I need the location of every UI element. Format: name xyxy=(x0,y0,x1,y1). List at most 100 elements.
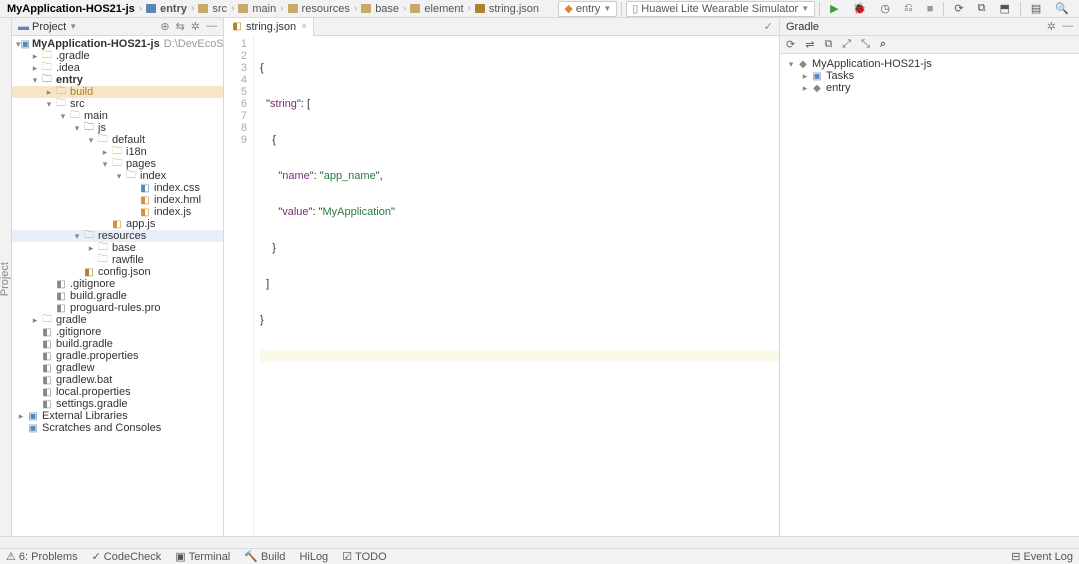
json-file-icon xyxy=(475,4,487,14)
minimize-icon[interactable]: — xyxy=(1062,20,1073,33)
expand-icon[interactable]: ⇆ xyxy=(176,20,185,33)
tree-gradle[interactable]: ▸🗀gradle xyxy=(12,314,223,326)
tree-build-gradle2[interactable]: ◧build.gradle xyxy=(12,338,223,350)
project-structure-button[interactable]: ▤ xyxy=(1025,1,1047,17)
tree-build-gradle1[interactable]: ◧build.gradle xyxy=(12,290,223,302)
editor-code[interactable]: { "string": [ { "name": "app_name", "val… xyxy=(254,36,779,536)
minimize-icon[interactable]: — xyxy=(206,20,217,33)
footer-hilog[interactable]: HiLog xyxy=(299,551,328,563)
avd-button[interactable]: ⧉ xyxy=(972,1,992,17)
footer-terminal[interactable]: ▣Terminal xyxy=(175,550,230,563)
profiler-button[interactable]: ◷ xyxy=(874,1,896,17)
tree-external-libs[interactable]: ▸▣External Libraries xyxy=(12,410,223,422)
sync-icon[interactable]: ⇌ xyxy=(805,38,814,51)
tree-config-json[interactable]: ◧config.json xyxy=(12,266,223,278)
folder-icon xyxy=(198,4,210,14)
sync-button[interactable]: ⟳ xyxy=(948,1,969,17)
folder-icon: 🗀 xyxy=(124,170,138,182)
gradle-toolbar: ⟳ ⇌ ⧉ ⤢ ⤡ ⌕ xyxy=(780,36,1079,54)
tree-resources[interactable]: ▾🗀resources xyxy=(12,230,223,242)
breadcrumb-main[interactable]: main xyxy=(235,3,279,15)
breadcrumb-file[interactable]: string.json xyxy=(472,3,542,15)
tree-js[interactable]: ▾🗀js xyxy=(12,122,223,134)
folder-icon: 🗀 xyxy=(68,110,82,122)
tree-index-hml[interactable]: ◧index.hml xyxy=(12,194,223,206)
project-tree[interactable]: ▾▣MyApplication-HOS21-jsD:\DevEcoStudio\… xyxy=(12,36,223,536)
folder-icon: 🗀 xyxy=(96,254,110,266)
tree-gradle-props[interactable]: ◧gradle.properties xyxy=(12,350,223,362)
tree-rawfile[interactable]: 🗀rawfile xyxy=(12,254,223,266)
tree-src[interactable]: ▾🗀src xyxy=(12,98,223,110)
expand-icon[interactable]: ⤢ xyxy=(842,38,851,51)
tree-main[interactable]: ▾🗀main xyxy=(12,110,223,122)
gradle-root[interactable]: ▾◆MyApplication-HOS21-js xyxy=(780,58,1079,70)
editor-status-check[interactable]: ✓ xyxy=(764,20,779,33)
tree-gradlew[interactable]: ◧gradlew xyxy=(12,362,223,374)
tree-index-dir[interactable]: ▾🗀index xyxy=(12,170,223,182)
breadcrumb-entry[interactable]: entry xyxy=(143,3,190,15)
locate-icon[interactable]: ⊕ xyxy=(160,20,169,33)
gradle-entry[interactable]: ▸◆entry xyxy=(780,82,1079,94)
tree-gradlew-bat[interactable]: ◧gradlew.bat xyxy=(12,374,223,386)
tree-index-js[interactable]: ◧index.js xyxy=(12,206,223,218)
play-icon: ▶ xyxy=(830,2,838,15)
sync-icon: ⟳ xyxy=(954,2,963,15)
device-selector[interactable]: ▯ Huawei Lite Wearable Simulator▼ xyxy=(626,1,815,17)
gradle-tree[interactable]: ▾◆MyApplication-HOS21-js ▸▣Tasks ▸◆entry xyxy=(780,54,1079,536)
footer-eventlog[interactable]: ⊟Event Log xyxy=(1011,550,1073,563)
gradle-tasks[interactable]: ▸▣Tasks xyxy=(780,70,1079,82)
folder-icon: 🗀 xyxy=(40,314,54,326)
tree-pages[interactable]: ▾🗀pages xyxy=(12,158,223,170)
debug-button[interactable]: 🐞 xyxy=(847,1,873,17)
breadcrumb-base[interactable]: base xyxy=(358,3,402,15)
project-view-selector[interactable]: ▬ Project▼ xyxy=(18,21,77,33)
main-body: Project Structure ▬ Project▼ ⊕ ⇆ ✲ — ▾▣M… xyxy=(0,18,1079,536)
tree-gitignore2[interactable]: ◧.gitignore xyxy=(12,326,223,338)
footer-todo[interactable]: ☑TODO xyxy=(342,550,386,563)
refresh-icon[interactable]: ⟳ xyxy=(786,38,795,51)
file-icon: ◧ xyxy=(40,374,54,386)
tree-index-css[interactable]: ◧index.css xyxy=(12,182,223,194)
tree-scratches[interactable]: ▣Scratches and Consoles xyxy=(12,422,223,434)
stop-button[interactable]: ■ xyxy=(921,1,940,17)
editor-body[interactable]: 123456789 { "string": [ { "name": "app_n… xyxy=(224,36,779,536)
tree-gitignore1[interactable]: ◧.gitignore xyxy=(12,278,223,290)
breadcrumb-src[interactable]: src xyxy=(195,3,230,15)
footer-problems[interactable]: ⚠6: Problems xyxy=(6,550,78,563)
breadcrumb-element[interactable]: element xyxy=(407,3,466,15)
tree-local-props[interactable]: ◧local.properties xyxy=(12,386,223,398)
project-pane-actions: ⊕ ⇆ ✲ — xyxy=(160,20,217,33)
tree-settings-gradle[interactable]: ◧settings.gradle xyxy=(12,398,223,410)
settings-icon[interactable]: ✲ xyxy=(1047,20,1056,33)
gradle-pane: Gradle ✲ — ⟳ ⇌ ⧉ ⤢ ⤡ ⌕ ▾◆MyApplication-H… xyxy=(779,18,1079,536)
tree-base[interactable]: ▸🗀base xyxy=(12,242,223,254)
tree-entry[interactable]: ▾🗀entry xyxy=(12,74,223,86)
execute-icon[interactable]: ⧉ xyxy=(824,38,832,51)
editor-gutter: 123456789 xyxy=(224,36,254,536)
editor-tab-stringjson[interactable]: ◧ string.json × xyxy=(224,18,314,36)
run-button[interactable]: ▶ xyxy=(824,1,844,17)
sdk-button[interactable]: ⬒ xyxy=(993,1,1015,17)
breadcrumb-project[interactable]: MyApplication-HOS21-js xyxy=(4,3,138,15)
search-icon: 🔍 xyxy=(1055,2,1069,15)
search-everywhere-button[interactable]: 🔍 xyxy=(1049,1,1075,17)
sidetab-project[interactable]: Project xyxy=(0,262,11,296)
search-icon[interactable]: ⌕ xyxy=(880,38,886,51)
footer-build[interactable]: 🔨Build xyxy=(244,550,285,563)
attach-icon: ⎌ xyxy=(904,2,913,15)
js-file-icon: ◧ xyxy=(110,218,124,230)
gradle-icon: ◆ xyxy=(810,82,824,94)
codecheck-icon: ✓ xyxy=(92,550,101,563)
tasks-icon: ▣ xyxy=(810,70,824,82)
tree-build[interactable]: ▸🗀build xyxy=(12,86,223,98)
settings-icon[interactable]: ✲ xyxy=(191,20,200,33)
tree-app-js[interactable]: ◧app.js xyxy=(12,218,223,230)
run-config-module[interactable]: ◆ entry▼ xyxy=(558,1,617,17)
close-tab-icon[interactable]: × xyxy=(301,21,307,32)
stop-icon: ■ xyxy=(927,3,934,15)
collapse-icon[interactable]: ⤡ xyxy=(861,38,870,51)
footer-codecheck[interactable]: ✓CodeCheck xyxy=(92,550,162,563)
attach-button[interactable]: ⎌ xyxy=(898,1,919,17)
todo-icon: ☑ xyxy=(342,550,352,563)
breadcrumb-resources[interactable]: resources xyxy=(285,3,353,15)
